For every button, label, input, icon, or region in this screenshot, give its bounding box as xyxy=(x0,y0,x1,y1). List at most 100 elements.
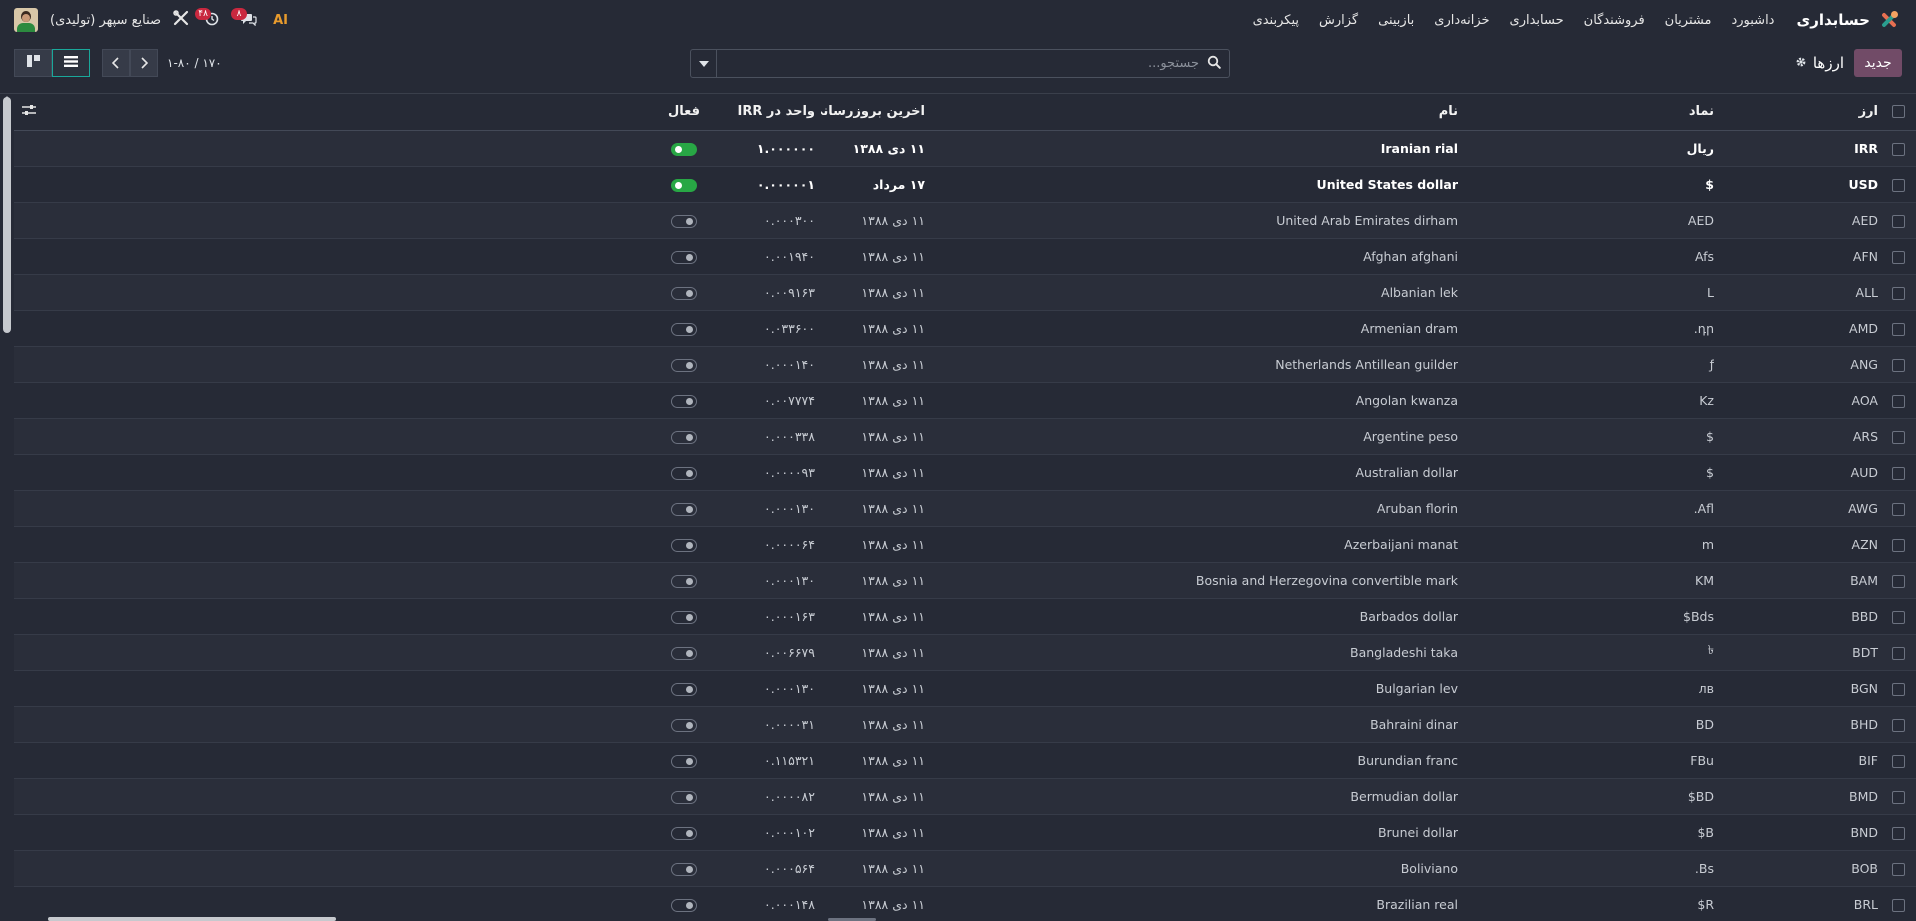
row-checkbox[interactable] xyxy=(1891,862,1905,876)
ai-icon[interactable]: AI xyxy=(273,13,288,28)
table-row[interactable]: BOB Bs. Boliviano ۱۱ دی ۱۳۸۸ ۰.۰۰۰۵۶۴ xyxy=(14,850,1916,886)
row-checkbox-cell[interactable] xyxy=(1880,418,1916,454)
list-view-button[interactable] xyxy=(52,49,90,77)
active-toggle[interactable] xyxy=(671,790,697,804)
row-checkbox[interactable] xyxy=(1891,574,1905,588)
table-row[interactable]: AOA Kz Angolan kwanza ۱۱ دی ۱۳۸۸ ۰.۰۰۷۷۷۴ xyxy=(14,382,1916,418)
active-toggle[interactable] xyxy=(671,322,697,336)
active-toggle[interactable] xyxy=(671,574,697,588)
active-toggle[interactable] xyxy=(671,862,697,876)
table-row[interactable]: BRL R$ Brazilian real ۱۱ دی ۱۳۸۸ ۰.۰۰۰۱۴۸ xyxy=(14,886,1916,921)
table-row[interactable]: AMD դր. Armenian dram ۱۱ دی ۱۳۸۸ ۰.۰۳۳۶۰۰ xyxy=(14,310,1916,346)
table-row[interactable]: BBD Bds$ Barbados dollar ۱۱ دی ۱۳۸۸ ۰.۰۰۰۱۶۳ xyxy=(14,598,1916,634)
gear-icon[interactable] xyxy=(1795,56,1807,71)
row-checkbox-cell[interactable] xyxy=(1880,562,1916,598)
table-row[interactable]: AFN Afs Afghan afghani ۱۱ دی ۱۳۸۸ ۰.۰۰۱۹۴۰ xyxy=(14,238,1916,274)
new-button[interactable]: جدید xyxy=(1854,49,1902,77)
horizontal-scrollbar[interactable] xyxy=(48,917,336,921)
active-toggle[interactable] xyxy=(671,142,697,156)
row-checkbox[interactable] xyxy=(1891,790,1905,804)
row-checkbox[interactable] xyxy=(1891,826,1905,840)
menu-accounting[interactable]: حسابداری xyxy=(1510,13,1564,28)
menu-review[interactable]: بازبینی xyxy=(1378,13,1414,28)
table-row[interactable]: BGN лв Bulgarian lev ۱۱ دی ۱۳۸۸ ۰.۰۰۰۱۳۰ xyxy=(14,670,1916,706)
pager-next-button[interactable] xyxy=(130,49,158,77)
header-name[interactable]: نام xyxy=(931,94,1498,131)
table-row[interactable]: AED AED United Arab Emirates dirham ۱۱ دی ۱… xyxy=(14,202,1916,238)
active-toggle[interactable] xyxy=(671,502,697,516)
active-toggle[interactable] xyxy=(671,466,697,480)
select-all-checkbox-cell[interactable] xyxy=(1880,94,1916,131)
active-toggle[interactable] xyxy=(671,250,697,264)
row-checkbox-cell[interactable] xyxy=(1880,598,1916,634)
row-checkbox[interactable] xyxy=(1891,322,1905,336)
row-checkbox-cell[interactable] xyxy=(1880,490,1916,526)
row-checkbox-cell[interactable] xyxy=(1880,670,1916,706)
accounting-app-icon[interactable] xyxy=(1878,9,1900,31)
row-checkbox-cell[interactable] xyxy=(1880,238,1916,274)
row-checkbox-cell[interactable] xyxy=(1880,742,1916,778)
activity-menu[interactable]: ۴۸ xyxy=(195,8,223,30)
active-toggle[interactable] xyxy=(671,754,697,768)
table-row[interactable]: ALL L Albanian lek ۱۱ دی ۱۳۸۸ ۰.۰۰۹۱۶۳ xyxy=(14,274,1916,310)
table-row[interactable]: ANG ƒ Netherlands Antillean guilder ۱۱ دی ۱… xyxy=(14,346,1916,382)
row-checkbox[interactable] xyxy=(1891,394,1905,408)
row-checkbox[interactable] xyxy=(1891,682,1905,696)
row-checkbox[interactable] xyxy=(1891,250,1905,264)
table-row[interactable]: AUD $ Australian dollar ۱۱ دی ۱۳۸۸ ۰.۰۰۰۰۹۳ xyxy=(14,454,1916,490)
active-toggle[interactable] xyxy=(671,430,697,444)
table-row[interactable]: BMD BD$ Bermudian dollar ۱۱ دی ۱۳۸۸ ۰.۰۰۰۰۸۲ xyxy=(14,778,1916,814)
table-row[interactable]: BAM KM Bosnia and Herzegovina convertible … xyxy=(14,562,1916,598)
menu-configuration[interactable]: پیکربندی xyxy=(1253,13,1299,28)
table-row[interactable]: AWG Afl. Aruban florin ۱۱ دی ۱۳۸۸ ۰.۰۰۰۱۳۰ xyxy=(14,490,1916,526)
menu-reporting[interactable]: گزارش xyxy=(1319,13,1358,28)
active-toggle[interactable] xyxy=(671,682,697,696)
menu-dashboard[interactable]: داشبورد xyxy=(1731,13,1774,28)
row-checkbox[interactable] xyxy=(1891,358,1905,372)
header-active[interactable]: فعال xyxy=(660,94,708,131)
row-checkbox-cell[interactable] xyxy=(1880,778,1916,814)
row-checkbox[interactable] xyxy=(1891,610,1905,624)
row-checkbox[interactable] xyxy=(1891,466,1905,480)
company-switcher[interactable]: صنایع سپهر (تولیدی) xyxy=(50,13,161,28)
select-all-checkbox[interactable] xyxy=(1891,105,1905,119)
table-row[interactable]: IRR ریال Iranian rial ۱۱ دی ۱۳۸۸ ۱.۰۰۰۰۰۰ xyxy=(14,130,1916,166)
row-checkbox[interactable] xyxy=(1891,646,1905,660)
active-toggle[interactable] xyxy=(671,718,697,732)
table-row[interactable]: USD $ United States dollar ۱۷ مرداد ۰.۰۰۰۰۰۱ xyxy=(14,166,1916,202)
row-checkbox[interactable] xyxy=(1891,502,1905,516)
row-checkbox[interactable] xyxy=(1891,718,1905,732)
row-checkbox-cell[interactable] xyxy=(1880,202,1916,238)
row-checkbox-cell[interactable] xyxy=(1880,166,1916,202)
menu-vendors[interactable]: فروشندگان xyxy=(1584,13,1645,28)
table-row[interactable]: BIF FBu Burundian franc ۱۱ دی ۱۳۸۸ ۰.۱۱۵۳۲۱ xyxy=(14,742,1916,778)
messaging-menu[interactable]: ۸ xyxy=(231,8,259,30)
kanban-view-button[interactable] xyxy=(14,49,52,77)
app-brand[interactable]: حسابداری xyxy=(1796,11,1870,29)
row-checkbox-cell[interactable] xyxy=(1880,310,1916,346)
header-symbol[interactable]: نماد xyxy=(1498,94,1714,131)
row-checkbox-cell[interactable] xyxy=(1880,706,1916,742)
tools-icon[interactable] xyxy=(173,10,189,30)
row-checkbox-cell[interactable] xyxy=(1880,634,1916,670)
header-currency[interactable]: ارز xyxy=(1714,94,1880,131)
table-row[interactable]: BDT ৳ Bangladeshi taka ۱۱ دی ۱۳۸۸ ۰.۰۰۶۶۷۹ xyxy=(14,634,1916,670)
search-options-toggle[interactable] xyxy=(691,50,717,77)
active-toggle[interactable] xyxy=(671,358,697,372)
row-checkbox-cell[interactable] xyxy=(1880,130,1916,166)
row-checkbox[interactable] xyxy=(1891,286,1905,300)
header-last-update[interactable]: اخرین بروزرسانی xyxy=(821,94,931,131)
row-checkbox-cell[interactable] xyxy=(1880,382,1916,418)
pager-value[interactable]: ۱-۸۰ / ۱۷۰ xyxy=(167,49,222,77)
active-toggle[interactable] xyxy=(671,214,697,228)
active-toggle[interactable] xyxy=(671,538,697,552)
optional-columns-cell[interactable] xyxy=(14,94,660,131)
active-toggle[interactable] xyxy=(671,898,697,912)
row-checkbox-cell[interactable] xyxy=(1880,346,1916,382)
active-toggle[interactable] xyxy=(671,610,697,624)
search-input[interactable] xyxy=(719,50,1199,77)
active-toggle[interactable] xyxy=(671,646,697,660)
table-row[interactable]: BND B$ Brunei dollar ۱۱ دی ۱۳۸۸ ۰.۰۰۰۱۰۲ xyxy=(14,814,1916,850)
row-checkbox-cell[interactable] xyxy=(1880,274,1916,310)
active-toggle[interactable] xyxy=(671,394,697,408)
